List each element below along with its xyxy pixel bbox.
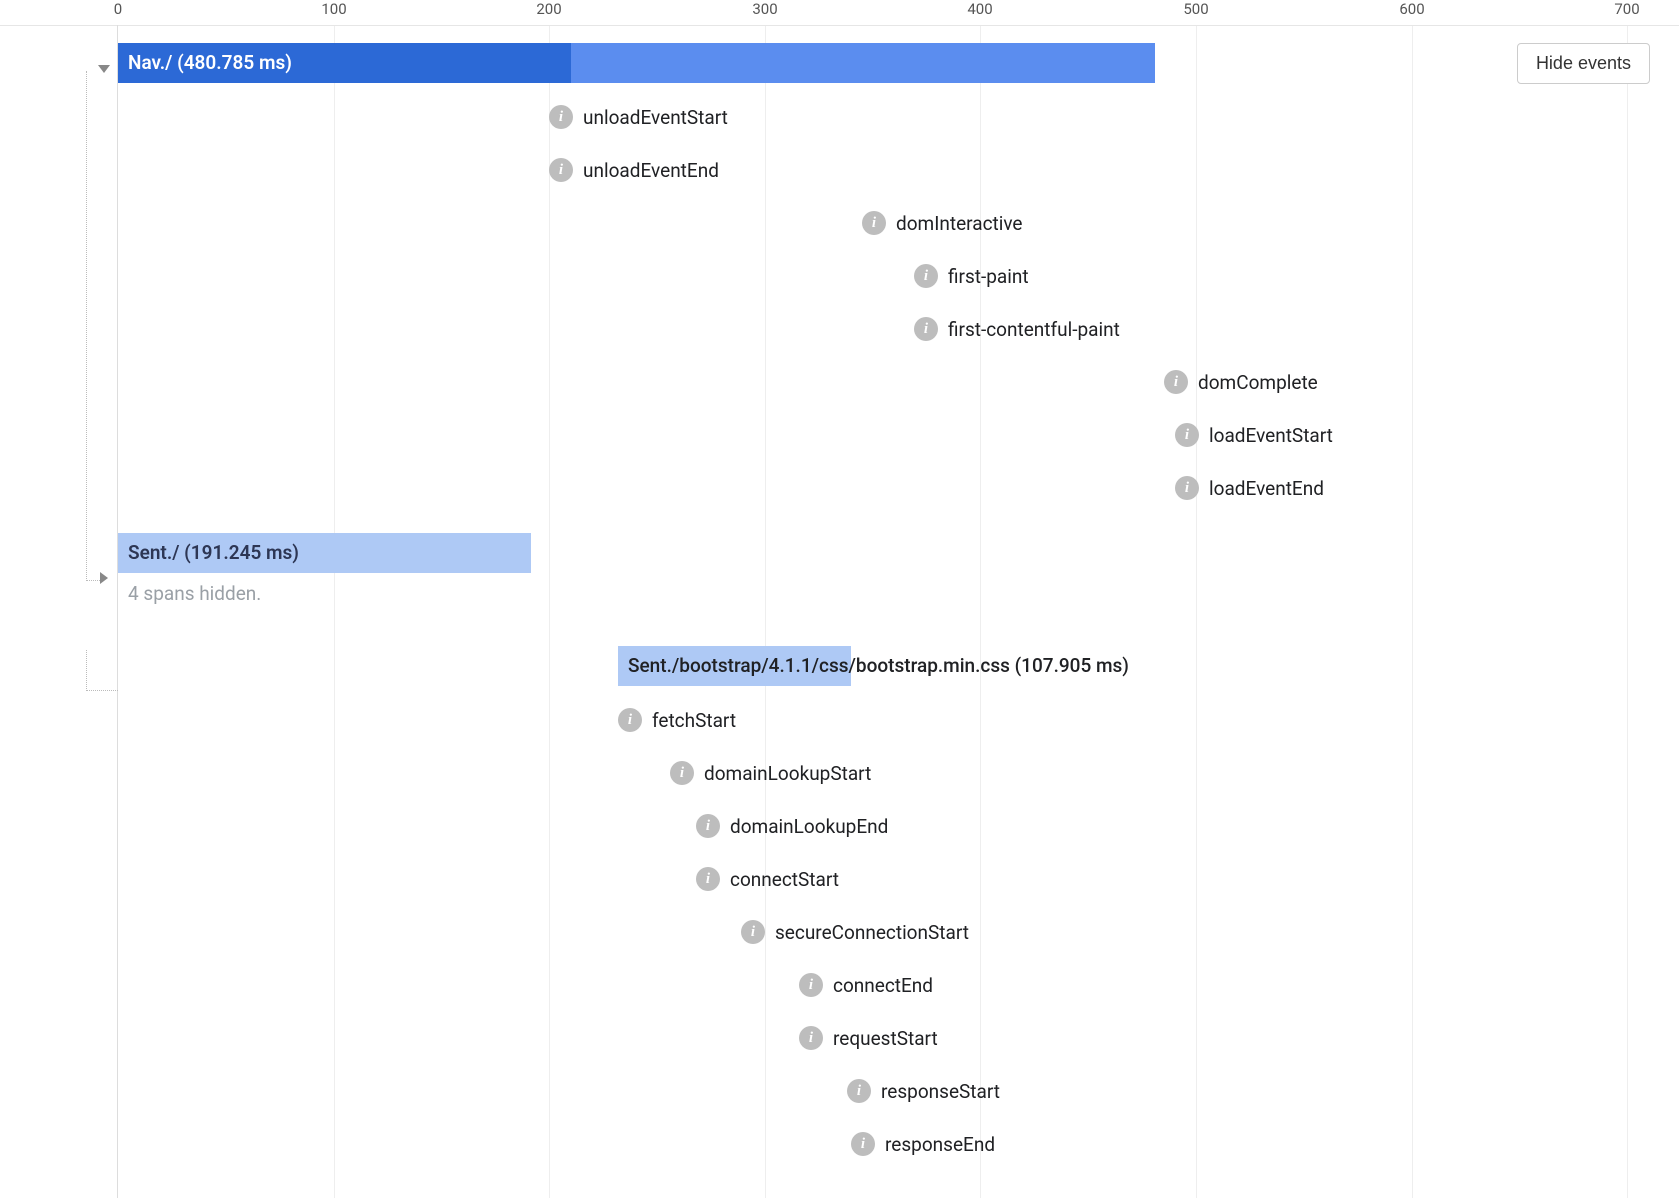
event-unloadEventEnd[interactable]: unloadEventEnd [549, 152, 719, 188]
event-label: unloadEventStart [583, 106, 728, 129]
waterfall-root: 0 100 200 300 400 500 600 700 Nav./ (480… [0, 0, 1679, 1198]
info-icon [696, 814, 720, 838]
gridline-400 [980, 26, 981, 1198]
event-label: fetchStart [652, 709, 736, 732]
event-label: connectEnd [833, 974, 933, 997]
info-icon [799, 973, 823, 997]
expand-toggle-nav[interactable] [98, 65, 110, 73]
span-label-bootstrap: Sent./bootstrap/4.1.1/css/bootstrap.min.… [628, 646, 1129, 686]
event-first-contentful-paint[interactable]: first-contentful-paint [914, 311, 1120, 347]
tree-guide-h [86, 690, 118, 691]
info-icon [914, 264, 938, 288]
event-responseEnd[interactable]: responseEnd [851, 1126, 995, 1162]
info-icon [847, 1079, 871, 1103]
gridline-500 [1196, 26, 1197, 1198]
event-connectEnd[interactable]: connectEnd [799, 967, 933, 1003]
info-icon [741, 920, 765, 944]
info-icon [851, 1132, 875, 1156]
event-label: connectStart [730, 868, 839, 891]
gridline-200 [549, 26, 550, 1198]
hidden-spans-note: 4 spans hidden. [128, 582, 261, 605]
tree-guide [86, 71, 87, 581]
tick-700: 700 [1614, 0, 1639, 18]
tick-300: 300 [752, 0, 777, 18]
tick-500: 500 [1183, 0, 1208, 18]
event-label: first-contentful-paint [948, 318, 1120, 341]
info-icon [914, 317, 938, 341]
gridline-600 [1412, 26, 1413, 1198]
info-icon [670, 761, 694, 785]
expand-toggle-sent[interactable] [100, 572, 108, 584]
tree-guide-h [86, 580, 100, 581]
event-label: loadEventEnd [1209, 477, 1324, 500]
event-fetchStart[interactable]: fetchStart [618, 702, 736, 738]
event-requestStart[interactable]: requestStart [799, 1020, 938, 1056]
event-domainLookupStart[interactable]: domainLookupStart [670, 755, 871, 791]
event-label: unloadEventEnd [583, 159, 719, 182]
event-label: domComplete [1198, 371, 1318, 394]
info-icon [799, 1026, 823, 1050]
tree-guide [86, 650, 87, 691]
event-secureConnectionStart[interactable]: secureConnectionStart [741, 914, 969, 950]
event-label: domInteractive [896, 212, 1023, 235]
event-label: responseStart [881, 1080, 1000, 1103]
event-label: domainLookupStart [704, 762, 871, 785]
info-icon [1164, 370, 1188, 394]
tree-gutter [0, 25, 118, 1198]
event-label: responseEnd [885, 1133, 995, 1156]
info-icon [696, 867, 720, 891]
event-label: requestStart [833, 1027, 938, 1050]
event-responseStart[interactable]: responseStart [847, 1073, 1000, 1109]
info-icon [549, 105, 573, 129]
tick-100: 100 [321, 0, 346, 18]
tick-600: 600 [1399, 0, 1424, 18]
gridline-700 [1627, 26, 1628, 1198]
event-domComplete[interactable]: domComplete [1164, 364, 1318, 400]
event-unloadEventStart[interactable]: unloadEventStart [549, 99, 728, 135]
chart-area: Nav./ (480.785 ms) unloadEventStart unlo… [118, 26, 1628, 1198]
tick-0: 0 [114, 0, 122, 18]
event-label: domainLookupEnd [730, 815, 888, 838]
event-domainLookupEnd[interactable]: domainLookupEnd [696, 808, 888, 844]
event-loadEventEnd[interactable]: loadEventEnd [1175, 470, 1324, 506]
event-label: loadEventStart [1209, 424, 1333, 447]
event-first-paint[interactable]: first-paint [914, 258, 1029, 294]
event-loadEventStart[interactable]: loadEventStart [1175, 417, 1333, 453]
info-icon [549, 158, 573, 182]
gridline-100 [334, 26, 335, 1198]
time-ruler: 0 100 200 300 400 500 600 700 [0, 0, 1679, 25]
info-icon [1175, 423, 1199, 447]
gridline-300 [765, 26, 766, 1198]
info-icon [618, 708, 642, 732]
info-icon [1175, 476, 1199, 500]
tick-200: 200 [536, 0, 561, 18]
event-label: secureConnectionStart [775, 921, 969, 944]
hide-events-button[interactable]: Hide events [1517, 43, 1650, 84]
event-domInteractive[interactable]: domInteractive [862, 205, 1023, 241]
tick-400: 400 [967, 0, 992, 18]
span-bar-sent[interactable]: Sent./ (191.245 ms) [118, 533, 531, 573]
span-bar-nav-head[interactable]: Nav./ (480.785 ms) [118, 43, 571, 83]
event-connectStart[interactable]: connectStart [696, 861, 839, 897]
event-label: first-paint [948, 265, 1029, 288]
info-icon [862, 211, 886, 235]
